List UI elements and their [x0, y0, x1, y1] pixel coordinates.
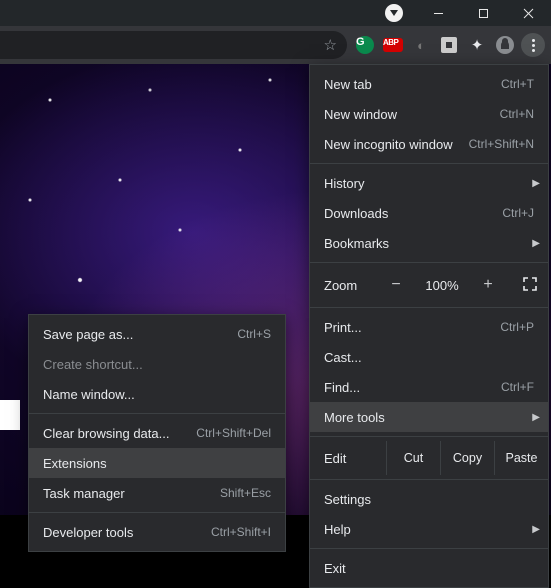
menu-help[interactable]: Help▶ [310, 514, 548, 544]
zoom-in-button[interactable]: + [472, 272, 504, 298]
zoom-percent: 100% [420, 278, 464, 293]
submenu-arrow-icon: ▶ [532, 412, 540, 423]
menu-settings[interactable]: Settings [310, 484, 548, 514]
chrome-menu-button[interactable] [521, 33, 545, 57]
zoom-out-button[interactable]: − [380, 272, 412, 298]
submenu-extensions[interactable]: Extensions [29, 448, 285, 478]
menu-zoom-row: Zoom − 100% + [310, 267, 548, 303]
menu-cast[interactable]: Cast... [310, 342, 548, 372]
bookmark-star-icon[interactable]: ☆ [324, 36, 337, 54]
menu-edit-row: Edit Cut Copy Paste [310, 441, 548, 475]
window-close-button[interactable] [506, 0, 551, 26]
menu-downloads[interactable]: DownloadsCtrl+J [310, 198, 548, 228]
menu-separator [310, 163, 548, 164]
submenu-clear-browsing-data[interactable]: Clear browsing data...Ctrl+Shift+Del [29, 418, 285, 448]
edit-paste-button[interactable]: Paste [494, 441, 548, 475]
menu-print[interactable]: Print...Ctrl+P [310, 312, 548, 342]
submenu-developer-tools[interactable]: Developer toolsCtrl+Shift+I [29, 517, 285, 547]
browser-toolbar: ☆ G ABP ◐ ✦ [0, 26, 551, 64]
submenu-arrow-icon: ▶ [532, 524, 540, 535]
extension-icon-square[interactable] [437, 33, 461, 57]
submenu-name-window[interactable]: Name window... [29, 379, 285, 409]
menu-separator [310, 479, 548, 480]
menu-separator [29, 512, 285, 513]
more-tools-submenu: Save page as...Ctrl+S Create shortcut...… [28, 314, 286, 552]
adblock-extension-icon[interactable]: ABP [381, 33, 405, 57]
menu-history[interactable]: History▶ [310, 168, 548, 198]
profile-avatar-icon[interactable] [493, 33, 517, 57]
window-minimize-button[interactable] [416, 0, 461, 26]
omnibox[interactable]: ☆ [74, 31, 347, 59]
menu-new-window[interactable]: New windowCtrl+N [310, 99, 548, 129]
media-control-button[interactable] [371, 0, 416, 26]
submenu-task-manager[interactable]: Task managerShift+Esc [29, 478, 285, 508]
extensions-puzzle-icon[interactable]: ✦ [465, 33, 489, 57]
chrome-main-menu: New tabCtrl+T New windowCtrl+N New incog… [309, 64, 549, 588]
page-content-edge [0, 400, 20, 430]
submenu-save-page[interactable]: Save page as...Ctrl+S [29, 319, 285, 349]
extension-icons: G ABP ◐ ✦ [353, 33, 545, 57]
edit-label: Edit [324, 451, 382, 466]
menu-bookmarks[interactable]: Bookmarks▶ [310, 228, 548, 258]
menu-new-incognito[interactable]: New incognito windowCtrl+Shift+N [310, 129, 548, 159]
menu-find[interactable]: Find...Ctrl+F [310, 372, 548, 402]
submenu-create-shortcut[interactable]: Create shortcut... [29, 349, 285, 379]
grammarly-extension-icon[interactable]: G [353, 33, 377, 57]
menu-separator [310, 307, 548, 308]
edit-copy-button[interactable]: Copy [440, 441, 494, 475]
menu-separator [310, 436, 548, 437]
menu-exit[interactable]: Exit [310, 553, 548, 583]
fullscreen-button[interactable] [522, 276, 538, 295]
submenu-arrow-icon: ▶ [532, 178, 540, 189]
submenu-arrow-icon: ▶ [532, 238, 540, 249]
window-titlebar [0, 0, 551, 26]
menu-separator [310, 548, 548, 549]
menu-separator [310, 262, 548, 263]
zoom-label: Zoom [324, 278, 372, 293]
extension-icon-dimmed[interactable]: ◐ [409, 33, 433, 57]
edit-cut-button[interactable]: Cut [386, 441, 440, 475]
window-maximize-button[interactable] [461, 0, 506, 26]
menu-more-tools[interactable]: More tools▶ [310, 402, 548, 432]
menu-new-tab[interactable]: New tabCtrl+T [310, 69, 548, 99]
menu-separator [29, 413, 285, 414]
